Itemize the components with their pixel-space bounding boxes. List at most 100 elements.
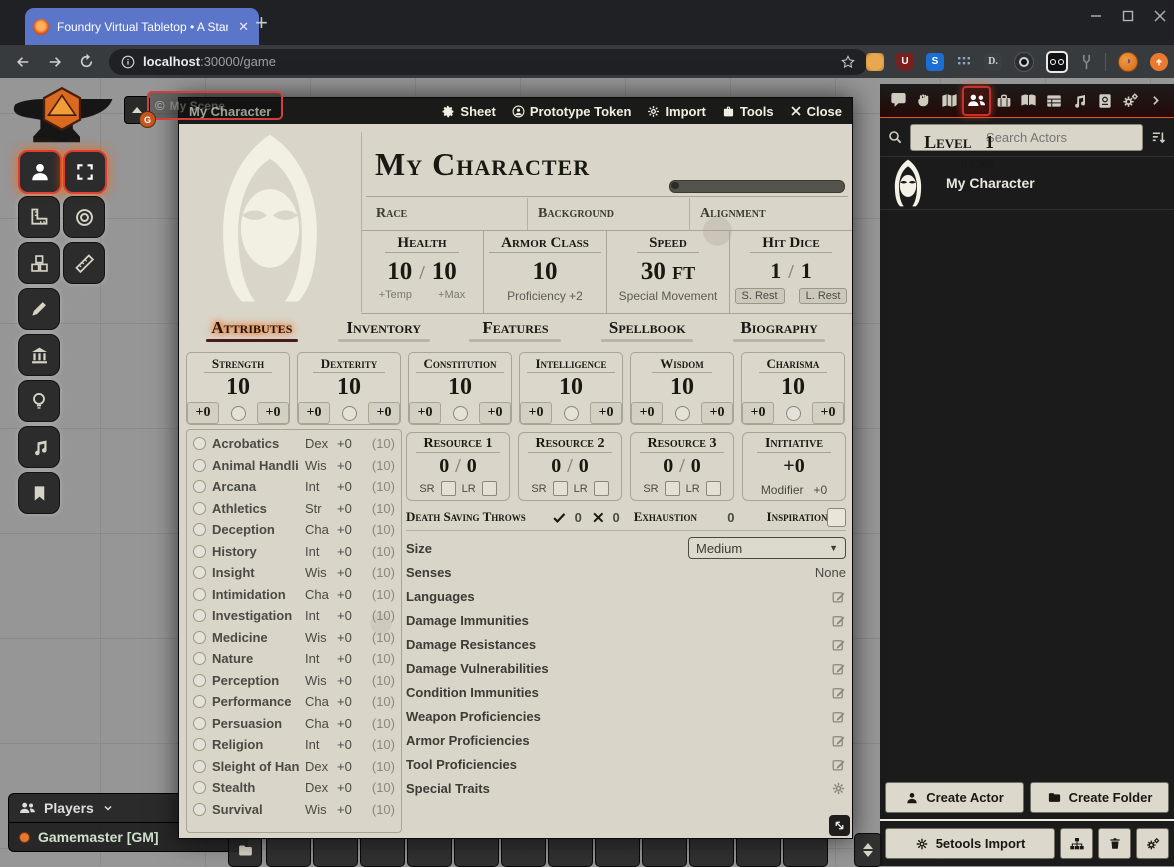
notes-controls-button[interactable] <box>18 472 60 514</box>
new-tab-button[interactable]: + <box>255 12 268 34</box>
skill-row[interactable]: Athletics Str +0 (10) <box>187 498 401 520</box>
character-name[interactable]: My Character <box>375 146 590 183</box>
5etools-import-button[interactable]: 5etools Import <box>885 828 1055 859</box>
detail-field[interactable]: Race <box>366 198 527 230</box>
check-icon[interactable] <box>552 510 567 525</box>
skill-row[interactable]: Animal Handling Wis +0 (10) <box>187 455 401 477</box>
resource-value[interactable]: 0 <box>551 455 561 478</box>
ability-name[interactable]: Wisdom <box>652 356 712 373</box>
scene-nav-item[interactable]: © My Scene <box>147 91 283 120</box>
sheet-tab[interactable]: Spellbook <box>597 316 697 342</box>
cookie-icon[interactable] <box>866 53 884 71</box>
lr-checkbox[interactable] <box>482 481 497 496</box>
sheet-tab[interactable]: Features <box>465 316 565 342</box>
skill-row[interactable]: Acrobatics Dex +0 (10) <box>187 433 401 455</box>
skill-proficiency-toggle[interactable] <box>193 695 206 708</box>
tile-controls-button[interactable] <box>18 242 60 284</box>
skill-proficiency-toggle[interactable] <box>193 523 206 536</box>
modifier-value[interactable]: +0 <box>814 483 828 497</box>
speed-value[interactable]: 30 ft <box>641 258 695 286</box>
hp-tempmax-label[interactable]: +Max <box>438 289 465 301</box>
measure-controls-button[interactable] <box>18 196 60 238</box>
resource-value[interactable]: 0 <box>439 455 449 478</box>
sr-checkbox[interactable] <box>441 481 456 496</box>
edit-icon[interactable] <box>831 733 846 748</box>
sidebar-collapse-button[interactable] <box>1143 88 1168 114</box>
eye-icon[interactable] <box>1014 52 1034 72</box>
skill-row[interactable]: Religion Int +0 (10) <box>187 734 401 756</box>
skill-proficiency-toggle[interactable] <box>193 502 206 515</box>
save-proficiency-toggle[interactable] <box>786 406 801 421</box>
skill-name[interactable]: Sleight of Hand <box>212 759 299 774</box>
resource-label[interactable]: Resource 1 <box>416 436 501 453</box>
skill-proficiency-toggle[interactable] <box>193 760 206 773</box>
skill-proficiency-toggle[interactable] <box>193 781 206 794</box>
skill-name[interactable]: Medicine <box>212 630 299 645</box>
resource-max[interactable]: 0 <box>579 455 589 478</box>
size-select[interactable]: Medium ▼ <box>688 537 846 559</box>
create-folder-button[interactable]: Create Folder <box>1030 782 1169 813</box>
target-tool-button[interactable] <box>63 196 105 238</box>
ability-score[interactable]: 10 <box>226 374 250 401</box>
ability-save[interactable]: +0 <box>631 402 663 424</box>
skill-proficiency-toggle[interactable] <box>193 459 206 472</box>
skill-row[interactable]: Arcana Int +0 (10) <box>187 476 401 498</box>
resource-label[interactable]: Resource 2 <box>528 436 613 453</box>
skill-name[interactable]: History <box>212 544 299 559</box>
page-down-icon[interactable] <box>863 851 873 857</box>
ability-score[interactable]: 10 <box>781 374 805 401</box>
skill-name[interactable]: Intimidation <box>212 587 299 602</box>
close-button[interactable]: Close <box>790 104 842 119</box>
browser-tab[interactable]: Foundry Virtual Tabletop • A Stan ✕ <box>25 8 259 45</box>
sheet-tab[interactable]: Attributes <box>202 316 302 342</box>
skill-row[interactable]: Intimidation Cha +0 (10) <box>187 584 401 606</box>
hotbar-page-button[interactable] <box>854 833 882 867</box>
window-resize-handle[interactable] <box>829 815 850 836</box>
actor-name[interactable]: My Character <box>946 175 1035 191</box>
container-icon[interactable] <box>1046 51 1068 73</box>
resource-label[interactable]: Resource 3 <box>640 436 725 453</box>
skill-name[interactable]: Stealth <box>212 780 299 795</box>
skill-proficiency-toggle[interactable] <box>193 545 206 558</box>
ability-save[interactable]: +0 <box>187 402 219 424</box>
edit-icon[interactable] <box>831 685 846 700</box>
d-icon[interactable]: D. <box>984 53 1002 71</box>
inspiration-checkbox[interactable] <box>827 508 846 527</box>
settings-button[interactable] <box>1136 828 1169 859</box>
skill-name[interactable]: Acrobatics <box>212 436 299 451</box>
special-movement-label[interactable]: Special Movement <box>619 289 718 303</box>
s-icon[interactable]: S <box>926 53 944 71</box>
skill-proficiency-toggle[interactable] <box>193 437 206 450</box>
tab-compendium[interactable] <box>1092 88 1117 114</box>
ability-score[interactable]: 10 <box>670 374 694 401</box>
save-proficiency-toggle[interactable] <box>231 406 246 421</box>
x-icon[interactable] <box>592 511 605 524</box>
ability-mod[interactable]: +0 <box>701 402 733 424</box>
prototype-token-button[interactable]: Prototype Token <box>512 104 632 119</box>
ability-save[interactable]: +0 <box>409 402 441 424</box>
ability-name[interactable]: Charisma <box>759 356 828 373</box>
lighting-controls-button[interactable] <box>18 380 60 422</box>
initiative-value[interactable]: +0 <box>783 455 804 478</box>
folder-tree-button[interactable] <box>1060 828 1093 859</box>
skill-proficiency-toggle[interactable] <box>193 717 206 730</box>
skill-name[interactable]: Animal Handling <box>212 458 299 473</box>
sound-controls-button[interactable] <box>18 426 60 468</box>
skill-proficiency-toggle[interactable] <box>193 631 206 644</box>
ability-name[interactable]: Strength <box>204 356 272 373</box>
ability-mod[interactable]: +0 <box>257 402 289 424</box>
save-proficiency-toggle[interactable] <box>453 406 468 421</box>
skill-row[interactable]: Survival Wis +0 (10) <box>187 799 401 821</box>
update-icon[interactable] <box>1150 53 1168 71</box>
skill-proficiency-toggle[interactable] <box>193 652 206 665</box>
ability-name[interactable]: Dexterity <box>313 356 385 373</box>
ability-save[interactable]: +0 <box>298 402 330 424</box>
skill-row[interactable]: Investigation Int +0 (10) <box>187 605 401 627</box>
tab-journal[interactable] <box>1016 88 1041 114</box>
skill-name[interactable]: Insight <box>212 565 299 580</box>
ability-save[interactable]: +0 <box>520 402 552 424</box>
edit-icon[interactable] <box>831 613 846 628</box>
avatar-icon[interactable]: ◑ <box>1118 52 1138 72</box>
hd-current[interactable]: 1 <box>770 258 781 284</box>
ability-score[interactable]: 10 <box>337 374 361 401</box>
